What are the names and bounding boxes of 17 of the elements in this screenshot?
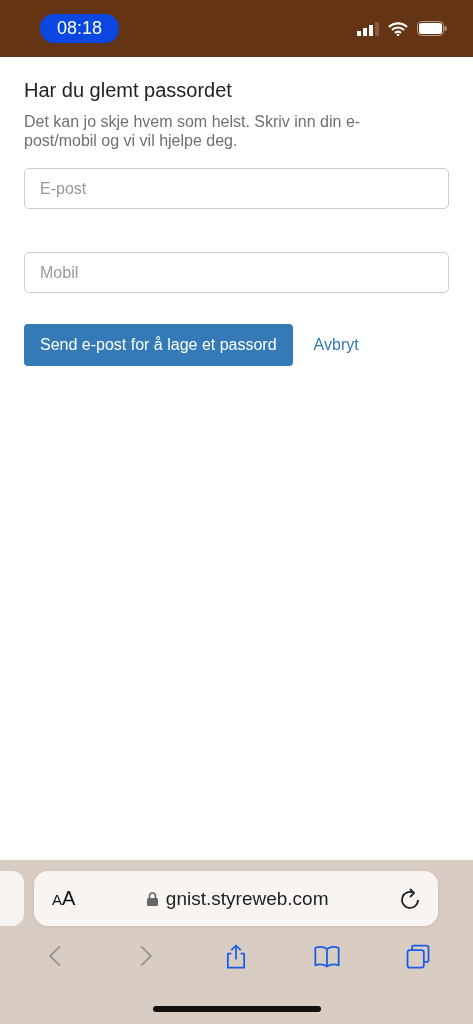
submit-button[interactable]: Send e-post for å lage et passord	[24, 324, 293, 367]
text-field[interactable]: Mobil	[24, 252, 449, 294]
battery-icon	[417, 21, 447, 36]
reload-icon[interactable]	[400, 887, 420, 910]
wifi-icon	[388, 21, 408, 36]
lock-icon	[146, 891, 158, 906]
status-time: 08:18	[40, 14, 120, 43]
back-icon	[49, 945, 62, 967]
page-title: Har du glemt passordet	[24, 79, 233, 102]
signal-icon	[357, 21, 379, 36]
cancel-link[interactable]: Avbryt	[313, 336, 359, 355]
text-size-button[interactable]: AA	[52, 887, 76, 910]
url-text: gnist.styreweb.com	[165, 887, 329, 910]
address-bar[interactable]: AA gnist.styreweb.com	[34, 871, 438, 926]
forward-icon	[139, 945, 152, 967]
text-field[interactable]: E-post	[24, 168, 449, 210]
description-text: Det kan jo skje hvem som helst. Skriv inn din e-post/mobil og vi vil hjelpe deg.	[24, 112, 362, 151]
